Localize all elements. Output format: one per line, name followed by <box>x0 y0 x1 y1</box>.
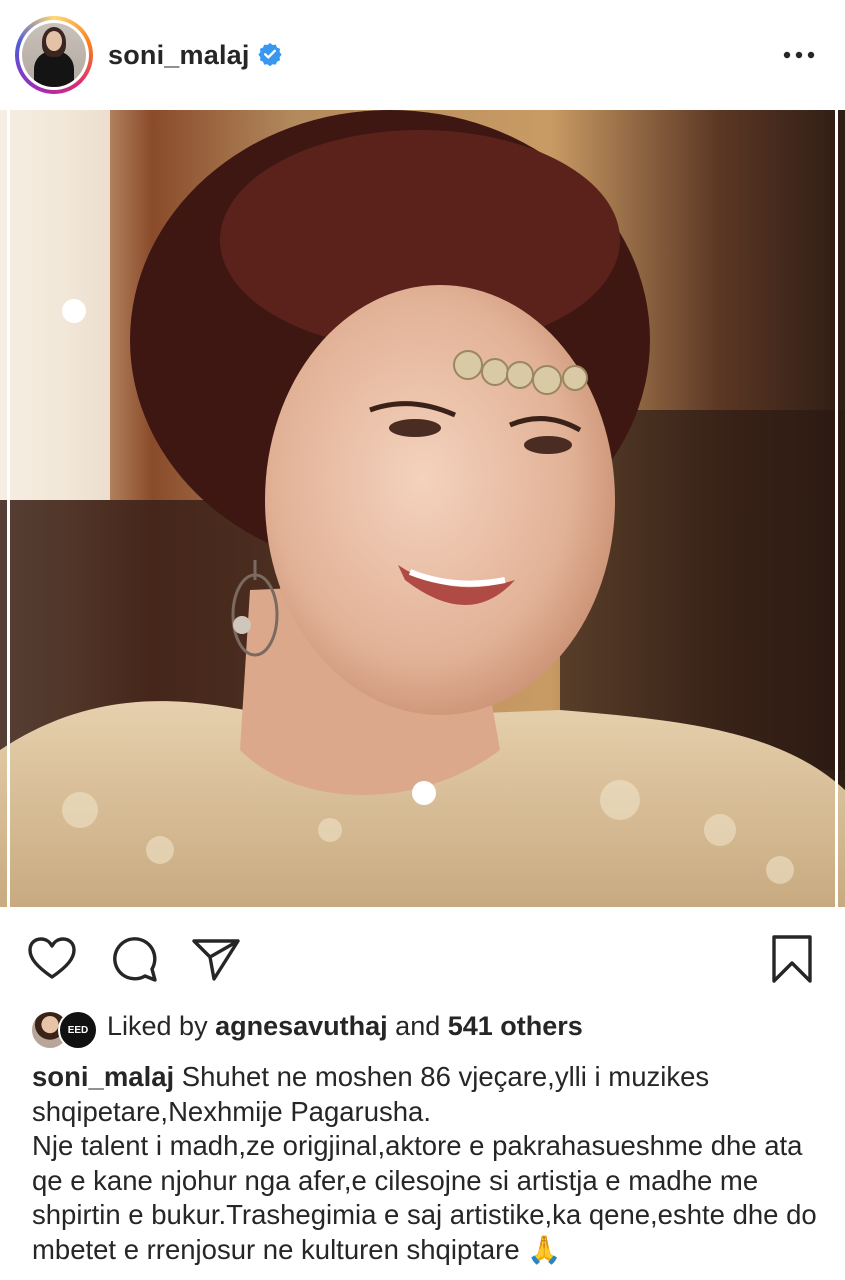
profile-avatar[interactable] <box>15 16 93 94</box>
crop-guide-right <box>835 110 838 907</box>
likes-prefix: Liked by <box>107 1011 208 1041</box>
post-photo[interactable] <box>0 110 845 907</box>
liker-username[interactable]: agnesavuthaj <box>215 1011 388 1041</box>
comment-icon[interactable] <box>108 933 160 985</box>
avatar-photo <box>22 23 86 87</box>
likes-count[interactable]: 541 others <box>448 1011 583 1041</box>
likes-text: Liked by agnesavuthaj and 541 others <box>107 1011 583 1042</box>
crop-guide-left <box>7 110 10 907</box>
caption-username[interactable]: soni_malaj <box>32 1061 174 1092</box>
caption-line-2: Nje talent i madh,ze origjinal,aktore e … <box>32 1130 817 1265</box>
send-icon[interactable] <box>190 933 242 985</box>
post-header: soni_malaj <box>0 0 845 108</box>
post-username[interactable]: soni_malaj <box>108 40 250 71</box>
post-caption: soni_malaj Shuhet ne moshen 86 vjeçare,y… <box>32 1060 822 1267</box>
liker-avatar: EED <box>58 1010 98 1050</box>
verified-badge-icon <box>258 43 282 66</box>
likes-and: and <box>395 1011 441 1041</box>
more-horizontal-icon[interactable] <box>783 51 815 59</box>
post-actions <box>0 925 845 995</box>
heart-icon[interactable] <box>26 933 78 985</box>
bookmark-icon[interactable] <box>766 933 818 985</box>
pray-emoji: 🙏 <box>527 1233 562 1265</box>
